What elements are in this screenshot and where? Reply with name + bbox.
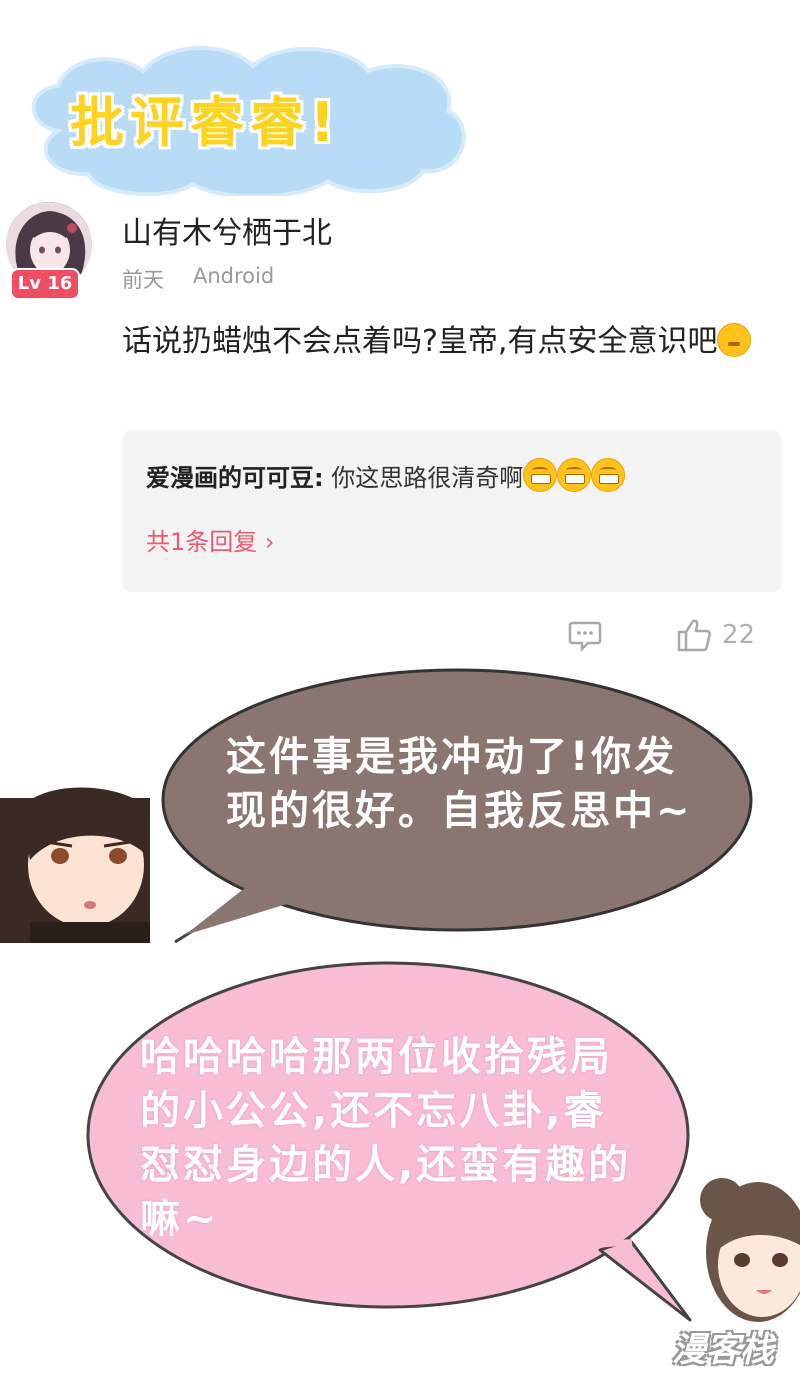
speech-bubble-text: 哈哈哈哈那两位收拾残局的小公公,还不忘八卦,睿怼怼身边的人,还蛮有趣的嘛~ xyxy=(140,1034,632,1242)
reply-preview[interactable] xyxy=(122,430,782,592)
banner-title: 批评睿睿! xyxy=(70,91,341,154)
emperor-character xyxy=(0,787,150,943)
comment-device: Android xyxy=(193,264,275,288)
huff-emoji-icon xyxy=(717,323,752,357)
grin-emoji-icon xyxy=(591,458,626,492)
speech-bubble-text: 这件事是我冲动了!你发现的很好。自我反思中~ xyxy=(226,734,693,834)
comment-reply-icon[interactable] xyxy=(568,620,602,652)
eunuch-character xyxy=(700,1178,800,1322)
watermark-logo: 漫客栈 xyxy=(672,1330,774,1370)
reply-author[interactable]: 爱漫画的可可豆: xyxy=(146,464,324,492)
comment-body: 话说扔蜡烛不会点着吗?皇帝,有点安全意识吧 xyxy=(122,318,788,366)
reply-line: 爱漫画的可可豆: 你这思路很清奇啊 xyxy=(146,458,626,493)
grin-emoji-icon xyxy=(523,458,558,492)
comment-text: 话说扔蜡烛不会点着吗?皇帝,有点安全意识吧 xyxy=(122,324,718,359)
username[interactable]: 山有木兮栖于北 xyxy=(122,208,332,252)
chevron-right-icon: › xyxy=(257,528,275,556)
view-replies-link[interactable]: 共1条回复 › xyxy=(146,522,275,557)
reply-text: 你这思路很清奇啊 xyxy=(331,464,524,492)
thumbs-up-icon[interactable] xyxy=(676,618,712,652)
reply-count-label: 共1条回复 xyxy=(146,528,258,556)
grin-emoji-icon xyxy=(557,458,592,492)
comment-time: 前天 xyxy=(122,268,164,292)
level-badge: Lv 16 xyxy=(10,268,80,300)
like-count: 22 xyxy=(722,620,756,650)
